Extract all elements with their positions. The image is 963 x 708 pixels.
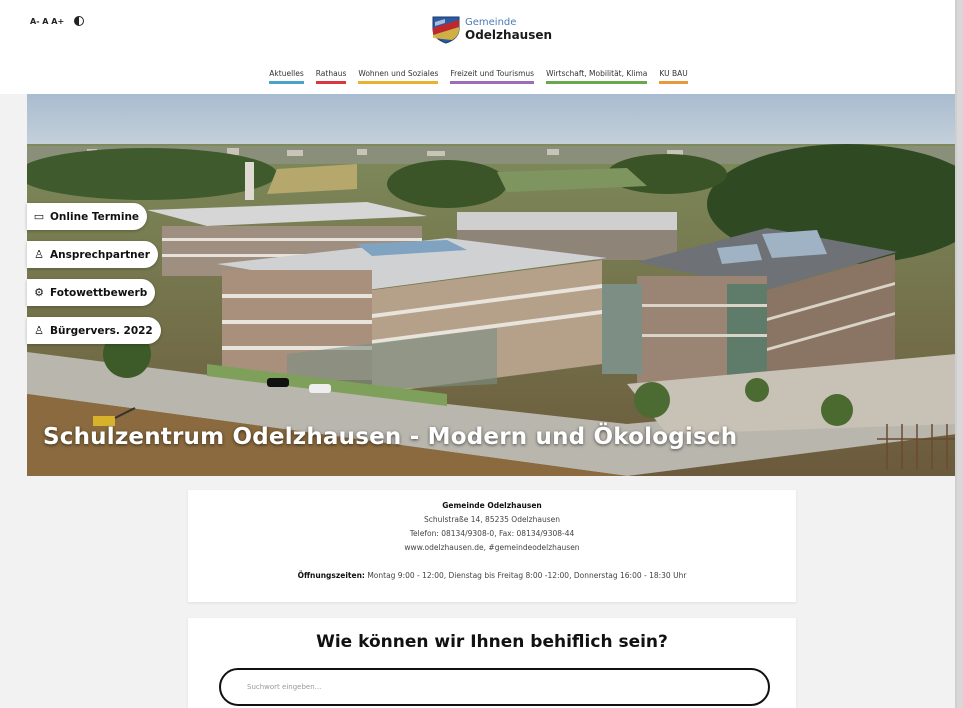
search-section: Wie können wir Ihnen behiflich sein? <box>188 618 796 708</box>
nav-item-aktuelles[interactable]: Aktuelles <box>269 69 304 84</box>
hero-banner: Schulzentrum Odelzhausen - Modern und Ök… <box>27 94 955 476</box>
nav-item-freizeit[interactable]: Freizeit und Tourismus <box>450 69 535 84</box>
group-icon: ♙ <box>34 324 44 337</box>
nav-item-ku-bau[interactable]: KU BAU <box>659 69 688 84</box>
calendar-icon: ▭ <box>33 210 45 223</box>
quick-link-label: Fotowettbewerb <box>50 286 148 299</box>
quick-link-fotowettbewerb[interactable]: ⚙ Fotowettbewerb <box>27 279 156 306</box>
coat-of-arms-icon <box>432 16 460 44</box>
nav-item-rathaus[interactable]: Rathaus <box>315 69 347 84</box>
hero-photo <box>27 94 955 476</box>
site-header: A- A A+ Gemeinde Odelzhausen Aktuelles R… <box>0 0 955 94</box>
contact-web[interactable]: www.odelzhausen.de, #gemeindeodelzhausen <box>188 541 796 555</box>
browser-viewport: A- A A+ Gemeinde Odelzhausen Aktuelles R… <box>0 0 957 708</box>
contact-name: Gemeinde Odelzhausen <box>442 501 542 510</box>
quick-link-ansprechpartner[interactable]: ♙ Ansprechpartner <box>27 241 158 268</box>
quick-link-label: Bürgervers. 2022 <box>50 324 153 337</box>
nav-item-wohnen[interactable]: Wohnen und Soziales <box>358 69 439 84</box>
contact-address: Schulstraße 14, 85235 Odelzhausen <box>424 515 560 524</box>
logo-line-1: Gemeinde <box>465 16 517 28</box>
accessibility-controls: A- A A+ <box>30 16 85 26</box>
opening-hours-label: Öffnungszeiten: <box>297 571 365 580</box>
quick-link-label: Online Termine <box>50 210 140 223</box>
quick-link-online-termine[interactable]: ▭ Online Termine <box>27 203 148 230</box>
quick-link-label: Ansprechpartner <box>50 248 150 261</box>
search-input[interactable] <box>221 670 768 704</box>
quick-link-buergerversammlung[interactable]: ♙ Bürgervers. 2022 <box>27 317 161 344</box>
gear-icon: ⚙ <box>34 286 44 299</box>
opening-hours: Öffnungszeiten: Montag 9:00 - 12:00, Die… <box>188 569 796 583</box>
search-box <box>219 668 770 706</box>
font-size-controls[interactable]: A- A A+ <box>30 17 64 26</box>
hero-title: Schulzentrum Odelzhausen - Modern und Ök… <box>43 424 738 450</box>
nav-item-wirtschaft[interactable]: Wirtschaft, Mobilität, Klima <box>546 69 648 84</box>
opening-hours-text: Montag 9:00 - 12:00, Dienstag bis Freita… <box>367 571 687 580</box>
site-logo[interactable]: Gemeinde Odelzhausen <box>431 14 552 44</box>
contact-card: Gemeinde Odelzhausen Schulstraße 14, 852… <box>188 490 796 602</box>
scrollbar-track[interactable] <box>957 0 963 708</box>
logo-line-2: Odelzhausen <box>465 27 553 42</box>
search-heading: Wie können wir Ihnen behiflich sein? <box>316 632 668 652</box>
main-navigation: Aktuelles Rathaus Wohnen und Soziales Fr… <box>0 69 955 84</box>
person-icon: ♙ <box>34 248 44 261</box>
contrast-icon[interactable] <box>74 16 85 26</box>
contact-phone: Telefon: 08134/9308-0, Fax: 08134/9308-4… <box>409 529 575 538</box>
